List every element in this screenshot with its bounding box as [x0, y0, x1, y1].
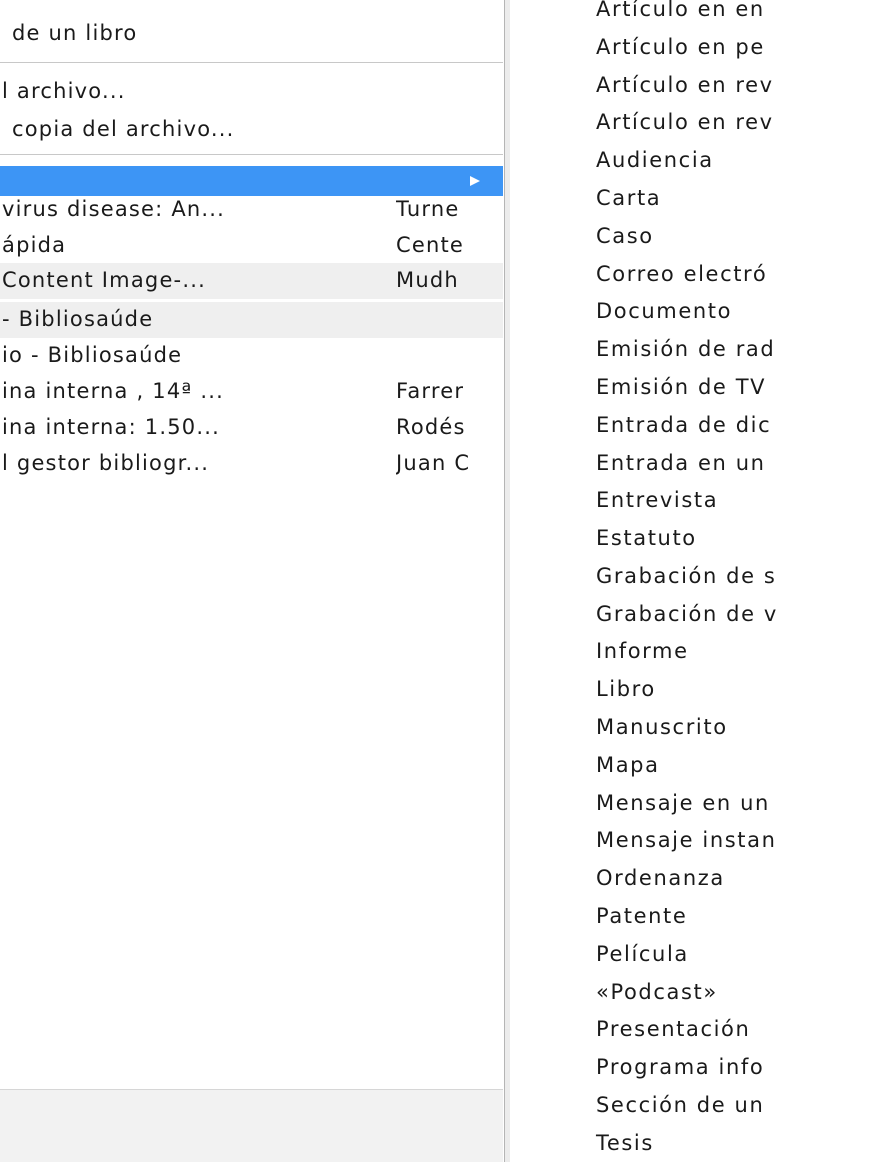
submenu-item[interactable]: Presentación [596, 1016, 750, 1054]
submenu-item[interactable]: Manuscrito [596, 714, 728, 752]
submenu-item[interactable]: Correo electró [596, 261, 767, 299]
item-title: l gestor bibliogr... [2, 451, 210, 475]
table-row[interactable]: ina interna , 14ª ... Farrer [0, 374, 503, 410]
submenu-item[interactable]: Grabación de v [596, 601, 778, 639]
submenu-item[interactable]: Informe [596, 638, 689, 676]
menu-item-attach-file-copy[interactable]: copia del archivo... [12, 116, 235, 142]
table-row[interactable]: l gestor bibliogr... Juan C [0, 446, 503, 482]
submenu-item[interactable]: Programa info [596, 1054, 764, 1092]
table-row[interactable]: Content Image-... Mudh [0, 263, 503, 299]
menu-item-attach-file-link[interactable]: l archivo... [2, 78, 126, 104]
submenu-item[interactable]: Entrada de dic [596, 412, 771, 450]
item-creator: Juan C [396, 451, 471, 475]
submenu-item[interactable]: Ordenanza [596, 865, 725, 903]
item-title: virus disease: An... [2, 197, 226, 221]
submenu-item[interactable]: Película [596, 941, 689, 979]
left-pane: de un libro l archivo... copia del archi… [0, 0, 508, 1162]
submenu-item[interactable]: Emisión de rad [596, 336, 775, 374]
submenu-item[interactable]: Mapa [596, 752, 660, 790]
menu-separator [0, 154, 503, 155]
table-row[interactable]: ina interna: 1.50... Rodés [0, 410, 503, 446]
table-row[interactable]: - Bibliosaúde [0, 302, 503, 338]
submenu-item[interactable]: Artículo en pe [596, 34, 765, 72]
menu-item-add-from-book[interactable]: de un libro [12, 20, 137, 46]
submenu-item[interactable]: Sección de un [596, 1092, 764, 1130]
item-title: ápida [2, 233, 67, 257]
menu-separator [0, 62, 503, 63]
submenu-item[interactable]: Entrada en un [596, 450, 766, 488]
item-title: - Bibliosaúde [2, 307, 154, 331]
submenu-item[interactable]: Entrevista [596, 487, 718, 525]
menu-item-new-item-highlighted[interactable] [0, 166, 503, 196]
table-row[interactable]: virus disease: An... Turne [0, 194, 503, 230]
submenu-item[interactable]: Mensaje instan [596, 827, 776, 865]
triangle-right-icon [470, 176, 480, 186]
submenu-item[interactable]: Documento [596, 298, 732, 336]
item-title: ina interna: 1.50... [2, 415, 220, 439]
bottom-pane [0, 1089, 503, 1162]
submenu-item[interactable]: Patente [596, 903, 687, 941]
item-creator: Turne [396, 197, 460, 221]
item-type-submenu: Artículo en en Artículo en pe Artículo e… [510, 0, 877, 1162]
submenu-item[interactable]: Artículo en rev [596, 72, 774, 110]
submenu-item[interactable]: Artículo en en [596, 0, 765, 34]
submenu-item[interactable]: «Podcast» [596, 979, 718, 1017]
submenu-item[interactable]: Mensaje en un [596, 790, 770, 828]
submenu-item[interactable]: Libro [596, 676, 656, 714]
table-row[interactable]: ápida Cente [0, 228, 503, 264]
item-creator: Farrer [396, 379, 465, 403]
submenu-item[interactable]: Tesis [596, 1130, 654, 1162]
submenu-item[interactable]: Carta [596, 185, 661, 223]
item-title: ina interna , 14ª ... [2, 379, 224, 403]
item-creator: Rodés [396, 415, 466, 439]
submenu-item[interactable]: Audiencia [596, 147, 714, 185]
table-row[interactable]: io - Bibliosaúde [0, 338, 503, 374]
submenu-item[interactable]: Grabación de s [596, 563, 776, 601]
item-creator: Cente [396, 233, 465, 257]
item-creator: Mudh [396, 268, 459, 292]
submenu-item[interactable]: Estatuto [596, 525, 697, 563]
submenu-item[interactable]: Emisión de TV [596, 374, 766, 412]
item-title: io - Bibliosaúde [2, 343, 183, 367]
submenu-item[interactable]: Artículo en rev [596, 109, 774, 147]
submenu-item[interactable]: Caso [596, 223, 654, 261]
item-title: Content Image-... [2, 268, 206, 292]
